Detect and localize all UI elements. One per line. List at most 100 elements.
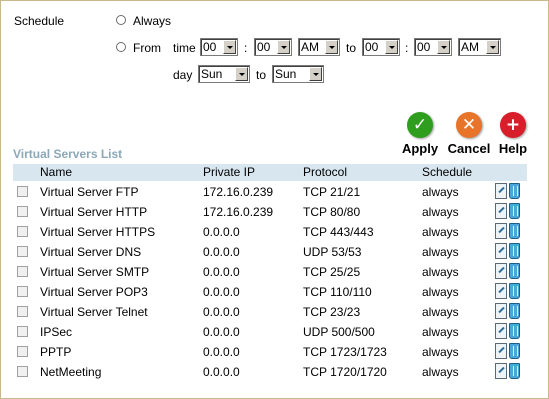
row-checkbox[interactable] <box>17 306 28 317</box>
row-name: Virtual Server DNS <box>40 245 142 259</box>
start-minute-select[interactable]: 00 <box>254 38 292 56</box>
row-protocol: UDP 500/500 <box>303 325 375 339</box>
row-name: NetMeeting <box>40 365 102 379</box>
row-checkbox[interactable] <box>17 346 28 357</box>
column-header-protocol: Protocol <box>303 165 348 179</box>
chevron-down-icon <box>486 40 499 54</box>
row-schedule: always <box>422 265 459 279</box>
time-colon: : <box>244 41 248 55</box>
row-schedule: always <box>422 245 459 259</box>
start-minute-value: 00 <box>257 40 271 54</box>
help-button[interactable]: + Help <box>490 112 536 156</box>
end-hour-select[interactable]: 00 <box>362 38 400 56</box>
checkmark-icon: ✓ <box>407 112 433 138</box>
trash-icon[interactable] <box>509 223 520 239</box>
schedule-label: Schedule <box>14 14 65 28</box>
trash-icon[interactable] <box>509 283 520 299</box>
day-label: day <box>173 68 193 82</box>
row-schedule: always <box>422 305 459 319</box>
table-row: PPTP 0.0.0.0 TCP 1723/1723 always <box>13 342 527 362</box>
chevron-down-icon <box>235 67 248 81</box>
edit-icon[interactable] <box>495 303 507 319</box>
apply-button[interactable]: ✓ Apply <box>397 112 443 156</box>
row-checkbox[interactable] <box>17 326 28 337</box>
edit-icon[interactable] <box>495 263 507 279</box>
row-checkbox[interactable] <box>17 366 28 377</box>
row-protocol: UDP 53/53 <box>303 245 362 259</box>
plus-help-icon: + <box>500 112 526 138</box>
trash-icon[interactable] <box>509 323 520 339</box>
row-checkbox[interactable] <box>17 226 28 237</box>
row-checkbox[interactable] <box>17 246 28 257</box>
trash-icon[interactable] <box>509 243 520 259</box>
chevron-down-icon <box>385 40 398 54</box>
row-protocol: TCP 110/110 <box>303 285 372 299</box>
day-from-select[interactable]: Sun <box>198 65 250 83</box>
row-private-ip: 0.0.0.0 <box>203 285 240 299</box>
row-name: Virtual Server FTP <box>40 185 139 199</box>
row-private-ip: 0.0.0.0 <box>203 305 240 319</box>
chevron-down-icon <box>309 67 322 81</box>
trash-icon[interactable] <box>509 263 520 279</box>
row-protocol: TCP 23/23 <box>303 305 361 319</box>
edit-icon[interactable] <box>495 223 507 239</box>
table-row: Virtual Server FTP 172.16.0.239 TCP 21/21 a… <box>13 182 527 202</box>
row-private-ip: 0.0.0.0 <box>203 345 240 359</box>
chevron-down-icon <box>325 40 338 54</box>
row-private-ip: 0.0.0.0 <box>203 245 240 259</box>
trash-icon[interactable] <box>509 303 520 319</box>
edit-icon[interactable] <box>495 183 507 199</box>
cancel-button[interactable]: ✕ Cancel <box>446 112 492 156</box>
start-ampm-select[interactable]: AM <box>298 38 340 56</box>
edit-icon[interactable] <box>495 203 507 219</box>
start-hour-select[interactable]: 00 <box>200 38 238 56</box>
row-checkbox[interactable] <box>17 286 28 297</box>
row-name: IPSec <box>40 325 73 339</box>
start-hour-value: 00 <box>203 40 217 54</box>
edit-icon[interactable] <box>495 343 507 359</box>
row-schedule: always <box>422 345 459 359</box>
edit-icon[interactable] <box>495 363 507 379</box>
row-name: Virtual Server Telnet <box>40 305 148 319</box>
from-radio[interactable] <box>116 42 126 52</box>
row-checkbox[interactable] <box>17 206 28 217</box>
edit-icon[interactable] <box>495 243 507 259</box>
always-radio[interactable] <box>116 15 126 25</box>
table-row: Virtual Server HTTPS 0.0.0.0 TCP 443/443 al… <box>13 222 527 242</box>
table-row: Virtual Server POP3 0.0.0.0 TCP 110/110 alw… <box>13 282 527 302</box>
time-label: time <box>173 41 196 55</box>
row-private-ip: 172.16.0.239 <box>203 205 274 219</box>
row-schedule: always <box>422 225 459 239</box>
row-private-ip: 0.0.0.0 <box>203 365 240 379</box>
apply-label: Apply <box>401 141 439 156</box>
day-to-label: to <box>256 68 267 82</box>
row-protocol: TCP 1723/1723 <box>303 345 387 359</box>
end-ampm-select[interactable]: AM <box>458 38 501 56</box>
from-label: From <box>133 41 161 55</box>
chevron-down-icon <box>437 40 450 54</box>
trash-icon[interactable] <box>509 343 520 359</box>
row-protocol: TCP 25/25 <box>303 265 361 279</box>
table-row: IPSec 0.0.0.0 UDP 500/500 always <box>13 322 527 342</box>
end-minute-select[interactable]: 00 <box>414 38 452 56</box>
end-minute-value: 00 <box>417 40 431 54</box>
row-schedule: always <box>422 325 459 339</box>
day-from-value: Sun <box>201 67 223 81</box>
row-protocol: TCP 443/443 <box>303 225 374 239</box>
row-private-ip: 0.0.0.0 <box>203 325 240 339</box>
row-name: PPTP <box>40 345 72 359</box>
row-checkbox[interactable] <box>17 266 28 277</box>
table-row: NetMeeting 0.0.0.0 TCP 1720/1720 always <box>13 362 527 382</box>
row-checkbox[interactable] <box>17 186 28 197</box>
table-row: Virtual Server Telnet 0.0.0.0 TCP 23/23 alw… <box>13 302 527 322</box>
list-title: Virtual Servers List <box>13 147 123 161</box>
trash-icon[interactable] <box>509 183 520 199</box>
row-private-ip: 0.0.0.0 <box>203 265 240 279</box>
trash-icon[interactable] <box>509 203 520 219</box>
day-to-select[interactable]: Sun <box>272 65 324 83</box>
trash-icon[interactable] <box>509 363 520 379</box>
column-header-private-ip: Private IP <box>203 165 256 179</box>
end-hour-value: 00 <box>365 40 379 54</box>
edit-icon[interactable] <box>495 283 507 299</box>
edit-icon[interactable] <box>495 323 507 339</box>
